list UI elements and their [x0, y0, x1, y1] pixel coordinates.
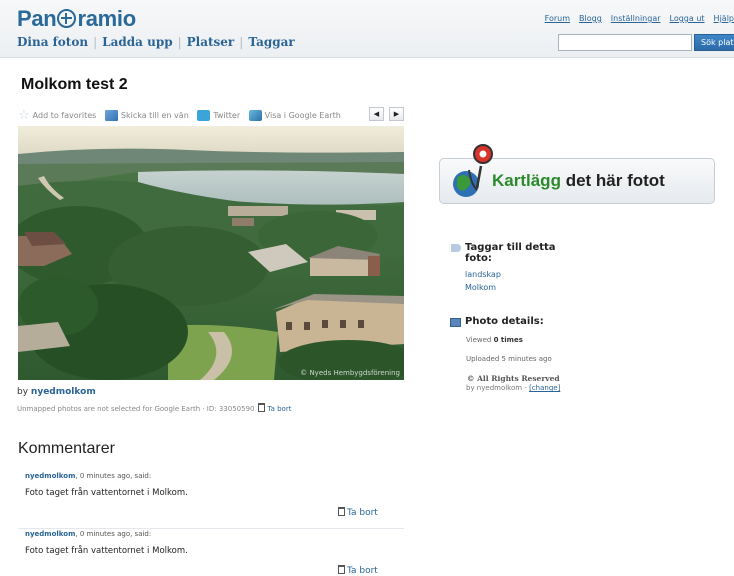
map-banner-rest: det här fotot	[560, 171, 665, 190]
top-links: Forum Blogg Inställningar Logga ut Hjälp	[536, 14, 734, 23]
trash-icon	[338, 507, 345, 516]
map-pin-globe-icon	[453, 144, 493, 197]
twitter-icon	[197, 110, 211, 121]
mail-icon	[104, 110, 118, 121]
comment-text: Foto taget från vattentornet i Molkom.	[25, 546, 188, 556]
nav-taggar[interactable]: Taggar	[248, 35, 294, 49]
comment-text: Foto taget från vattentornet i Molkom.	[25, 488, 188, 498]
change-license-link[interactable]: [change]	[529, 384, 560, 392]
star-icon: ☆	[18, 108, 30, 123]
google-earth-link[interactable]: Visa i Google Earth	[248, 110, 341, 121]
tags-heading: Taggar till detta foto:	[465, 242, 556, 264]
comment-author-link[interactable]: nyedmolkom	[25, 472, 75, 480]
previous-photo-button[interactable]: ◀	[369, 107, 384, 121]
unmapped-note: Unmapped photos are not selected for Goo…	[17, 403, 291, 413]
comment-meta: nyedmolkom, 0 minutes ago, said:	[25, 530, 151, 538]
delete-comment-link[interactable]: Ta bort	[338, 507, 378, 518]
trash-icon	[338, 565, 345, 574]
main-nav: Dina foton | Ladda upp | Platser | Taggar	[17, 35, 295, 49]
photo-credit: © Nyeds Hembygdsförening	[300, 369, 400, 377]
tags-heading-line2: foto:	[465, 253, 492, 264]
favorites-label: Add to favorites	[32, 111, 97, 120]
panoramio-logo[interactable]: Pan ramio	[17, 6, 136, 32]
comments-heading: Kommentarer	[18, 440, 115, 457]
page-title: Molkom test 2	[21, 76, 128, 93]
rights-owner: by nyedmolkom - [change]	[466, 384, 560, 392]
tag-link-molkom[interactable]: Molkom	[465, 283, 496, 292]
nav-dina-foton[interactable]: Dina foton	[17, 35, 88, 49]
tag-icon	[451, 244, 461, 252]
viewed-label: Viewed	[466, 336, 494, 344]
globe-icon	[57, 9, 77, 28]
delete-photo-link[interactable]: Ta bort	[258, 403, 292, 413]
by-label: by	[17, 387, 29, 397]
tags-heading-line1: Taggar till detta	[465, 242, 556, 253]
uploaded-time: Uploaded 5 minutes ago	[466, 355, 552, 363]
rights-notice: © All Rights Reserved	[467, 374, 560, 383]
comment-meta-text: , 0 minutes ago, said:	[75, 472, 152, 480]
link-hjalp[interactable]: Hjälp	[714, 14, 734, 23]
map-banner-highlight: Kartlägg	[492, 171, 561, 190]
twitter-label: Twitter	[213, 111, 241, 120]
delete-comment-link[interactable]: Ta bort	[338, 565, 378, 576]
photo-landscape-image	[18, 126, 404, 380]
send-label: Skicka till en vän	[120, 111, 189, 120]
link-forum[interactable]: Forum	[545, 14, 570, 23]
rights-by-text: by nyedmolkom -	[466, 384, 530, 392]
nav-separator: |	[93, 35, 98, 49]
link-logga-ut[interactable]: Logga ut	[670, 14, 705, 23]
photo-actions-toolbar: ☆ Add to favorites Skicka till en vän Twi…	[18, 108, 347, 123]
comment-divider	[18, 528, 404, 529]
comment-meta-text: , 0 minutes ago, said:	[75, 530, 152, 538]
nav-separator: |	[177, 35, 182, 49]
photo-details-icon	[450, 318, 461, 327]
map-banner-text: Kartlägg det här fotot	[492, 171, 665, 191]
link-installningar[interactable]: Inställningar	[611, 14, 661, 23]
add-to-favorites-link[interactable]: ☆ Add to favorites	[18, 108, 96, 123]
author-link[interactable]: nyedmolkom	[31, 387, 96, 397]
right-arrow-icon: ▶	[393, 110, 400, 118]
send-to-friend-link[interactable]: Skicka till en vän	[104, 110, 189, 121]
header: Pan ramio Dina foton | Ladda upp | Platser | Ta…	[0, 0, 734, 58]
photo-details-heading: Photo details:	[465, 316, 544, 327]
google-earth-icon	[248, 110, 262, 121]
main-photo[interactable]: © Nyeds Hembygdsförening	[18, 126, 404, 380]
link-blogg[interactable]: Blogg	[579, 14, 602, 23]
left-arrow-icon: ◀	[373, 110, 380, 118]
next-photo-button[interactable]: ▶	[389, 107, 404, 121]
delete-label: Ta bort	[347, 566, 378, 576]
unmapped-text: Unmapped photos are not selected for Goo…	[17, 405, 255, 413]
tag-link-landskap[interactable]: landskap	[465, 270, 501, 279]
search-button[interactable]: Sök plats	[694, 34, 734, 51]
author-byline: by nyedmolkom	[17, 387, 96, 397]
nav-ladda-upp[interactable]: Ladda upp	[102, 35, 172, 49]
comment-meta: nyedmolkom, 0 minutes ago, said:	[25, 472, 151, 480]
delete-label: Ta bort	[347, 508, 378, 518]
nav-platser[interactable]: Platser	[187, 35, 235, 49]
comment-author-link[interactable]: nyedmolkom	[25, 530, 75, 538]
earth-label: Visa i Google Earth	[264, 111, 341, 120]
viewed-value: 0 times	[493, 336, 523, 344]
twitter-link[interactable]: Twitter	[197, 110, 240, 121]
viewed-count: Viewed 0 times	[466, 336, 523, 344]
trash-icon	[258, 403, 266, 412]
search-input[interactable]	[558, 34, 692, 51]
delete-label: Ta bort	[267, 405, 292, 413]
nav-separator: |	[239, 35, 244, 49]
